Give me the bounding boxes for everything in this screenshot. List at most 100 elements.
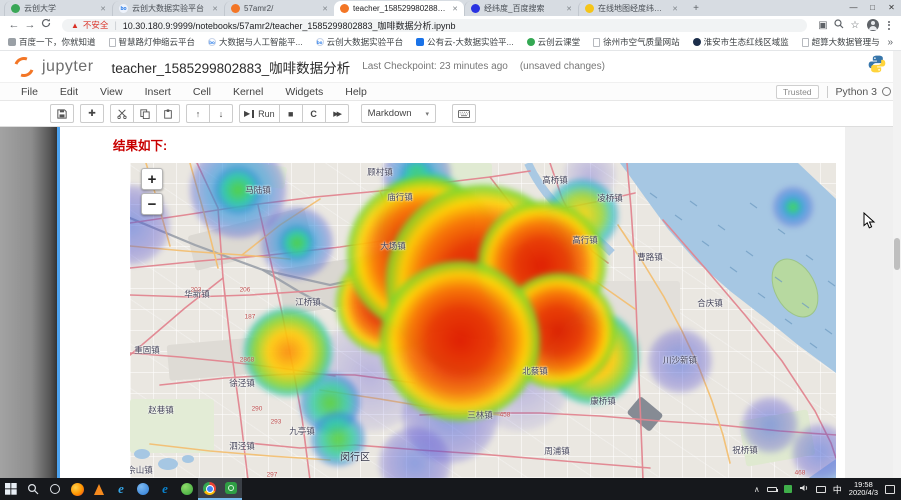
tab-close-icon[interactable]: ✕ — [566, 5, 572, 13]
tab-close-icon[interactable]: ✕ — [322, 5, 328, 13]
browser-tab-2[interactable]: bo云创大数据实验平台✕ — [112, 1, 224, 16]
edge-icon[interactable]: e — [154, 478, 176, 500]
ime-indicator[interactable]: 中 — [833, 483, 842, 496]
browser-tab-1[interactable]: 云创大学✕ — [4, 1, 112, 16]
map-road-number: 468 — [795, 470, 806, 477]
speaker-icon[interactable] — [799, 483, 809, 495]
zoom-icon[interactable] — [831, 19, 847, 32]
window-maximize-button[interactable]: □ — [863, 0, 882, 15]
browser-tab-4[interactable]: teacher_1585299802883_咖啡...✕ — [334, 1, 464, 16]
browser-tab-5[interactable]: 经纬度_百度搜索✕ — [464, 1, 578, 16]
menu-view[interactable]: View — [89, 86, 134, 98]
browser-tab-6[interactable]: 在线地图经度纬度查询 — 经纬...✕ — [578, 1, 684, 16]
selected-cell[interactable]: 结果如下: + − 马陆镇顾村镇庙行镇大场镇华新镇江桥镇高桥镇凌桥镇高行镇曹路镇… — [57, 127, 845, 478]
browser-tab-strip: 云创大学✕bo云创大数据实验平台✕57amr2/✕teacher_1585299… — [0, 0, 901, 16]
menu-cell[interactable]: Cell — [182, 86, 222, 98]
vlc-icon[interactable] — [88, 478, 110, 500]
save-button[interactable] — [50, 104, 74, 123]
not-secure-label: 不安全 — [83, 19, 109, 31]
blue-app-icon[interactable] — [132, 478, 154, 500]
tab-list: 云创大学✕bo云创大数据实验平台✕57amr2/✕teacher_1585299… — [0, 0, 684, 16]
interrupt-kernel-button[interactable]: ■ — [279, 104, 303, 123]
tab-close-icon[interactable]: ✕ — [212, 5, 218, 13]
move-cell-down-button[interactable]: ↓ — [209, 104, 233, 123]
unsaved-status: (unsaved changes) — [520, 61, 605, 72]
new-tab-button[interactable]: + — [688, 2, 704, 16]
cut-cell-button[interactable] — [110, 104, 134, 123]
url-field[interactable]: ▲ 不安全 | 10.30.180.9:9999/notebooks/57amr… — [62, 19, 807, 32]
map-zoom-in-button[interactable]: + — [141, 168, 163, 190]
add-cell-button[interactable]: ✚ — [80, 104, 104, 123]
taskbar-clock[interactable]: 19:58 2020/4/3 — [849, 481, 878, 498]
bookmark-item-8[interactable]: 淮安市生态红线区域监 — [693, 36, 789, 48]
menu-file[interactable]: File — [10, 86, 49, 98]
bookmark-item-9[interactable]: 超算大数据管理与应... — [802, 36, 880, 48]
url-text: 10.30.180.9:9999/notebooks/57amr2/teache… — [123, 19, 456, 32]
menu-help[interactable]: Help — [334, 86, 378, 98]
tab-close-icon[interactable]: ✕ — [452, 5, 458, 13]
menu-widgets[interactable]: Widgets — [274, 86, 334, 98]
forward-icon[interactable]: → — [22, 16, 38, 34]
bookmarks-overflow-icon[interactable]: » — [879, 37, 893, 48]
tab-close-icon[interactable]: ✕ — [100, 5, 106, 13]
back-icon[interactable]: ← — [6, 16, 22, 34]
green-app-icon[interactable] — [176, 478, 198, 500]
move-cell-up-button[interactable]: ↑ — [186, 104, 210, 123]
paste-cell-button[interactable] — [156, 104, 180, 123]
bookmark-item-7[interactable]: 徐州市空气质量网站 — [593, 36, 680, 48]
jupyter-logo-icon[interactable] — [11, 53, 38, 80]
map-place-label: 川沙新镇 — [663, 354, 697, 366]
network-icon[interactable] — [816, 486, 826, 493]
browser-tab-3[interactable]: 57amr2/✕ — [224, 1, 334, 16]
menu-edit[interactable]: Edit — [49, 86, 89, 98]
jupyter-logo-text[interactable]: jupyter — [42, 58, 94, 76]
tray-expand-icon[interactable]: ∧ — [754, 485, 760, 494]
action-center-icon[interactable] — [885, 485, 895, 494]
scrollbar-thumb[interactable] — [894, 238, 900, 270]
reader-mode-icon[interactable]: ▣ — [815, 20, 831, 31]
reload-icon[interactable] — [38, 16, 54, 34]
tray-green-icon[interactable] — [784, 485, 792, 493]
cortana-icon[interactable] — [44, 478, 66, 500]
command-palette-button[interactable] — [452, 104, 476, 123]
profile-avatar[interactable] — [867, 19, 879, 31]
menu-kernel[interactable]: Kernel — [222, 86, 274, 98]
chrome-icon[interactable] — [198, 478, 220, 500]
bookmark-favicon-icon: bo — [316, 38, 324, 46]
taskbar-search-icon[interactable] — [22, 478, 44, 500]
restart-kernel-button[interactable]: C — [302, 104, 326, 123]
notebook-title[interactable]: teacher_1585299802883_咖啡数据分析 — [112, 57, 351, 77]
battery-icon[interactable] — [767, 487, 777, 492]
window-minimize-button[interactable]: — — [844, 0, 863, 15]
bookmark-item-3[interactable]: bo大数据与人工智能平... — [208, 36, 303, 48]
map-zoom-out-button[interactable]: − — [141, 193, 163, 215]
window-close-button[interactable]: ✕ — [882, 0, 901, 15]
bookmark-star-icon[interactable]: ☆ — [847, 20, 863, 31]
firefox-icon[interactable] — [66, 478, 88, 500]
bookmark-item-4[interactable]: bo云创大数据实验平台 — [316, 36, 404, 48]
map-place-label: 江桥镇 — [295, 296, 321, 308]
bookmark-item-1[interactable]: 百度一下，你就知道 — [8, 36, 96, 48]
address-bar: ← → ▲ 不安全 | 10.30.180.9:9999/notebooks/5… — [0, 16, 901, 34]
page-scrollbar[interactable] — [893, 51, 901, 478]
bookmark-item-6[interactable]: 云创云课堂 — [527, 36, 581, 48]
bookmark-favicon-icon — [593, 38, 600, 47]
ie-icon[interactable]: e — [110, 478, 132, 500]
bookmark-item-5[interactable]: 公有云-大数据实验平... — [416, 36, 513, 48]
bookmark-label: 公有云-大数据实验平... — [427, 36, 513, 48]
not-secure-warning-icon: ▲ — [71, 21, 79, 30]
menu-insert[interactable]: Insert — [134, 86, 182, 98]
restart-run-all-button[interactable]: ▶▶ — [325, 104, 349, 123]
bookmark-favicon-icon — [416, 38, 424, 46]
tab-close-icon[interactable]: ✕ — [672, 5, 678, 13]
cell-type-dropdown[interactable]: Markdown ▾ — [361, 104, 436, 123]
bookmark-item-2[interactable]: 智慧路灯伸缩云平台 — [109, 36, 196, 48]
copy-cell-button[interactable] — [133, 104, 157, 123]
remote-app-icon[interactable] — [220, 478, 242, 500]
run-cell-button[interactable]: ▶Run — [239, 104, 280, 123]
heatmap-output[interactable]: + − 马陆镇顾村镇庙行镇大场镇华新镇江桥镇高桥镇凌桥镇高行镇曹路镇合庆镇北蔡镇… — [130, 163, 836, 478]
browser-menu-icon[interactable] — [888, 21, 890, 30]
clock-date: 2020/4/3 — [849, 489, 878, 498]
map-place-label: 高行镇 — [572, 234, 598, 246]
start-button[interactable] — [0, 478, 22, 500]
